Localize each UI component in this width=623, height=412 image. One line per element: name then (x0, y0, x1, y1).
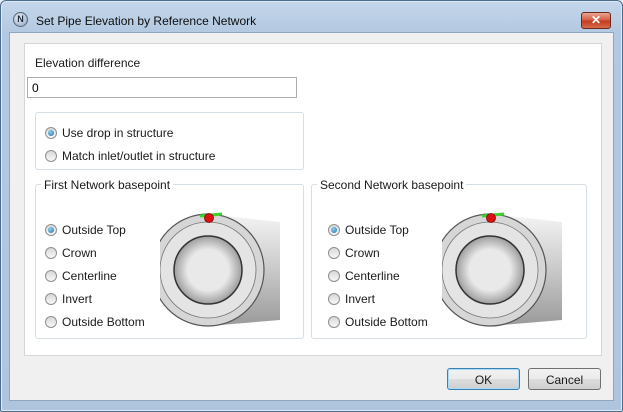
close-icon: ✕ (590, 13, 602, 27)
radio-label: Invert (345, 292, 376, 306)
radio-label: Use drop in structure (62, 126, 174, 140)
cancel-button[interactable]: Cancel (528, 368, 601, 390)
elevation-difference-label: Elevation difference (35, 56, 141, 70)
first-network-title: First Network basepoint (41, 178, 174, 192)
radio-button[interactable] (45, 224, 57, 236)
radio-button[interactable] (45, 316, 57, 328)
elevation-difference-input[interactable] (27, 77, 297, 98)
radio-label: Outside Top (62, 223, 126, 237)
radio-button[interactable] (328, 224, 340, 236)
radio-label: Outside Bottom (345, 315, 428, 329)
dialog-title: Set Pipe Elevation by Reference Network (36, 14, 257, 28)
radio-button[interactable] (328, 316, 340, 328)
title-bar[interactable]: N Set Pipe Elevation by Reference Networ… (1, 1, 622, 33)
radio-button[interactable] (328, 270, 340, 282)
radio-label: Crown (62, 246, 97, 260)
radio-button[interactable] (45, 270, 57, 282)
radio-label: Outside Bottom (62, 315, 145, 329)
second-network-title: Second Network basepoint (317, 178, 467, 192)
radio-label: Centerline (345, 269, 400, 283)
radio-label: Crown (345, 246, 380, 260)
radio-label: Centerline (62, 269, 117, 283)
radio-button[interactable] (45, 127, 57, 139)
radio-label: Match inlet/outlet in structure (62, 149, 216, 163)
radio-button[interactable] (45, 150, 57, 162)
pipe-section-icon (160, 212, 280, 327)
radio-label: Outside Top (345, 223, 409, 237)
ok-button[interactable]: OK (447, 368, 520, 390)
pipe-section-icon (442, 212, 562, 327)
app-n-icon: N (13, 12, 28, 27)
radio-button[interactable] (45, 247, 57, 259)
radio-label: Invert (62, 292, 93, 306)
radio-button[interactable] (328, 293, 340, 305)
close-button[interactable]: ✕ (581, 12, 611, 29)
radio-button[interactable] (328, 247, 340, 259)
radio-button[interactable] (45, 293, 57, 305)
